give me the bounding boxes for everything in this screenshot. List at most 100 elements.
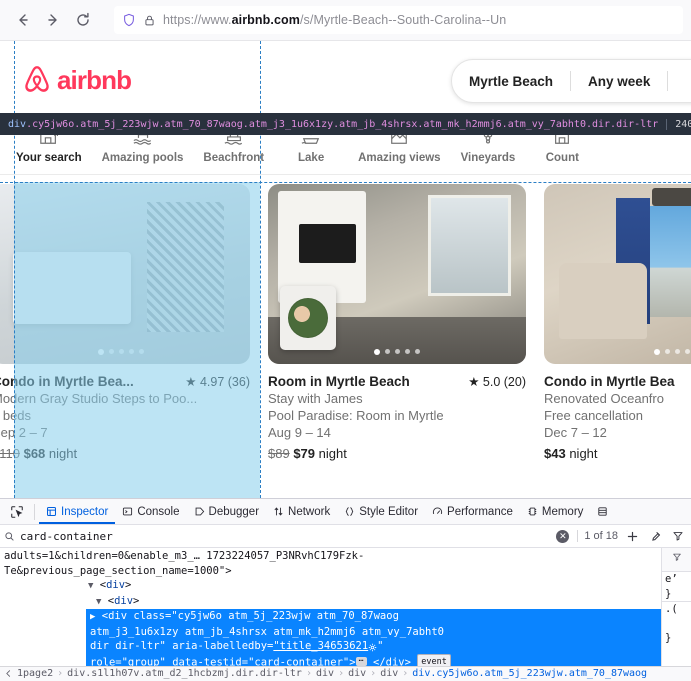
markup-view[interactable]: adults=1&children=0&enable_m3_… 17232240… (0, 548, 661, 666)
breadcrumb-separator: › (370, 668, 377, 680)
carousel-dot[interactable] (139, 349, 144, 354)
breadcrumb-item[interactable]: div (348, 668, 366, 679)
tab-network[interactable]: Network (266, 499, 337, 524)
listing-price: $110 $68 night (0, 446, 250, 461)
devtools-panel: Inspector Console Debugger Network Style… (0, 498, 691, 681)
listing-subtitle: Stay with James (268, 391, 363, 406)
page-viewport: airbnb Myrtle Beach Any week div .cy5jw6o… (0, 41, 691, 498)
search-pill[interactable]: Myrtle Beach Any week (451, 59, 691, 103)
markup-tag: div (108, 610, 128, 623)
carousel-dot[interactable] (374, 349, 380, 355)
reload-button[interactable] (68, 5, 98, 35)
markup-line[interactable]: ▼ <div> (0, 594, 661, 610)
listing-price-current: $68 (23, 446, 46, 461)
tab-storage[interactable] (590, 499, 615, 524)
back-button[interactable] (8, 5, 38, 35)
carousel-dot[interactable] (98, 349, 104, 355)
arrow-left-icon (19, 14, 28, 26)
breadcrumb[interactable]: 1page2 › div.s1l1h07v.atm_d2_1hcbzmj.dir… (0, 665, 691, 681)
expand-triangle-icon[interactable]: ▼ (88, 581, 93, 591)
listing-title: Condo in Myrtle Bea... (0, 374, 134, 389)
search-location[interactable]: Myrtle Beach (452, 74, 570, 89)
listing-price-current: $79 (293, 446, 316, 461)
category-label: Beachfront (203, 152, 265, 164)
pill-divider-2 (667, 71, 669, 91)
expand-triangle-icon[interactable]: ▼ (96, 597, 101, 607)
listing-rating: ★ 4.97 (36) (185, 375, 250, 389)
listing-card[interactable]: Condo in Myrtle Bea... ★ 4.97 (36) Moder… (0, 184, 250, 461)
performance-icon (432, 506, 443, 517)
carousel-dot[interactable] (415, 349, 420, 354)
tooltip-dimensions: 240.15 × 349.1 (666, 118, 691, 130)
carousel-dot[interactable] (654, 349, 660, 355)
carousel-dot[interactable] (385, 349, 390, 354)
markup-text: adults=1&children=0&enable_m3_… 17232240… (4, 550, 365, 563)
listing-price-unit: night (569, 446, 598, 461)
devtools-body: adults=1&children=0&enable_m3_… 17232240… (0, 548, 691, 666)
event-badge[interactable]: event (417, 653, 451, 666)
rules-pane[interactable]: e’ } .( } (661, 548, 691, 666)
markup-line[interactable]: ▼ <div> (0, 578, 661, 594)
listing-dates: Dec 7 – 12 (544, 425, 607, 440)
tooltip-tag: div (8, 118, 27, 130)
tab-inspector[interactable]: Inspector (39, 499, 115, 524)
carousel-dot[interactable] (685, 349, 690, 354)
photo-carousel-dots[interactable] (268, 349, 526, 355)
carousel-dot[interactable] (665, 349, 670, 354)
breadcrumb-item[interactable]: div (316, 668, 334, 679)
console-icon (122, 506, 133, 517)
carousel-dot[interactable] (109, 349, 114, 354)
search-input[interactable] (20, 529, 552, 543)
host-badge (280, 286, 336, 350)
element-picker-icon[interactable] (4, 500, 30, 524)
listing-photo[interactable] (0, 184, 250, 364)
breadcrumb-scroll-left-icon[interactable] (4, 669, 13, 678)
rules-pane-header (662, 548, 691, 573)
airbnb-logo[interactable]: airbnb (22, 64, 132, 96)
browser-toolbar: https://www.airbnb.com/s/Myrtle-Beach--S… (0, 0, 691, 41)
tracking-protection-shield-icon[interactable] (122, 13, 136, 27)
reload-icon (77, 12, 89, 26)
listing-card[interactable]: Condo in Myrtle Bea Renovated Oceanfro F… (544, 184, 691, 461)
carousel-dot[interactable] (395, 349, 400, 354)
collapse-triangle-icon[interactable]: ▶ (90, 612, 95, 622)
photo-detail (647, 205, 691, 318)
style-editor-icon (344, 506, 355, 517)
devtools-search-bar: ✕ 1 of 18 (0, 525, 691, 549)
gear-icon[interactable] (368, 642, 377, 651)
breadcrumb-item[interactable]: div.s1l1h07v.atm_d2_1hcbzmj.dir.dir-ltr (67, 668, 302, 679)
eyedropper-icon[interactable] (646, 530, 664, 543)
clear-icon[interactable]: ✕ (556, 529, 570, 543)
listing-price-unit: night (48, 446, 78, 461)
rules-line: } (665, 587, 672, 600)
markup-line-selected[interactable]: ▶ <div class="cy5jw6o atm_5j_223wjw atm_… (86, 609, 661, 666)
carousel-dot[interactable] (675, 349, 680, 354)
listing-photo[interactable] (544, 184, 691, 364)
breadcrumb-item[interactable]: 1page2 (17, 668, 53, 679)
tab-debugger[interactable]: Debugger (187, 499, 267, 524)
debugger-icon (194, 506, 205, 517)
highlight-guide-left (14, 41, 15, 498)
breadcrumb-item[interactable]: div (380, 668, 398, 679)
tab-console[interactable]: Console (115, 499, 186, 524)
attr-aria-value[interactable]: "title_34653621 (273, 640, 368, 652)
photo-carousel-dots[interactable] (0, 349, 250, 355)
ellipsis-badge[interactable]: ⋯ (355, 657, 367, 666)
forward-button[interactable] (38, 5, 68, 35)
rules-filter-icon[interactable] (672, 552, 682, 567)
listing-card[interactable]: Room in Myrtle Beach ★ 5.0 (20) Stay wit… (268, 184, 526, 461)
tab-performance[interactable]: Performance (425, 499, 520, 524)
listing-photo[interactable] (268, 184, 526, 364)
attr-testid-value: "card-container" (248, 655, 350, 666)
carousel-dot[interactable] (129, 349, 134, 354)
search-dates[interactable]: Any week (571, 74, 667, 89)
photo-carousel-dots[interactable] (544, 349, 691, 355)
breadcrumb-item-current[interactable]: div.cy5jw6o.atm_5j_223wjw.atm_70_87waog (412, 668, 647, 679)
tab-memory[interactable]: Memory (520, 499, 591, 524)
filter-icon[interactable] (669, 530, 687, 542)
carousel-dot[interactable] (405, 349, 410, 354)
tab-style-editor[interactable]: Style Editor (337, 499, 425, 524)
carousel-dot[interactable] (119, 349, 124, 354)
address-bar[interactable]: https://www.airbnb.com/s/Myrtle-Beach--S… (114, 6, 683, 34)
plus-icon[interactable] (623, 530, 641, 543)
